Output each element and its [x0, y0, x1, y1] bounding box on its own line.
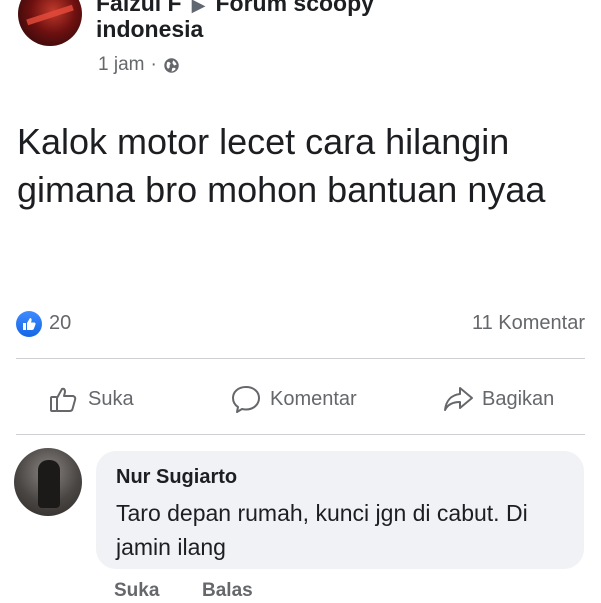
like-button[interactable]: Suka [48, 383, 134, 415]
commenter-avatar[interactable] [14, 448, 82, 516]
divider [16, 358, 585, 359]
group-name-cont[interactable]: indonesia [96, 16, 203, 43]
comment-text: Taro depan rumah, kunci jgn di cabut. Di… [116, 500, 528, 560]
globe-icon [164, 57, 179, 73]
like-count[interactable]: 20 [49, 312, 71, 335]
like-reaction-icon[interactable] [16, 311, 42, 337]
post-text: Kalok motor lecet cara hilangin gimana b… [17, 121, 546, 210]
share-icon [444, 387, 473, 411]
like-button-label: Suka [88, 387, 134, 410]
author-avatar[interactable] [18, 0, 82, 46]
post-meta: 1 jam · [98, 54, 180, 76]
post-time[interactable]: 1 jam [98, 54, 144, 76]
meta-separator: · [150, 54, 157, 75]
author-name[interactable]: Faizul F [96, 0, 182, 16]
post-header-title: Faizul F ▶ Forum scoopy [96, 0, 374, 17]
comment-button[interactable]: Komentar [230, 383, 357, 415]
comment-icon [232, 386, 260, 413]
comment-count[interactable]: 11 Komentar [472, 312, 585, 335]
share-button-label: Bagikan [482, 387, 555, 410]
divider [16, 434, 585, 435]
comment-button-label: Komentar [270, 387, 357, 410]
group-name[interactable]: Forum scoopy [215, 0, 373, 16]
thumbs-up-icon [50, 387, 77, 412]
arrow-right-icon: ▶ [191, 0, 206, 15]
comment-like-button[interactable]: Suka [114, 580, 159, 602]
commenter-name[interactable]: Nur Sugiarto [116, 466, 237, 489]
comment-reply-button[interactable]: Balas [202, 580, 253, 602]
share-button[interactable]: Bagikan [442, 383, 554, 415]
